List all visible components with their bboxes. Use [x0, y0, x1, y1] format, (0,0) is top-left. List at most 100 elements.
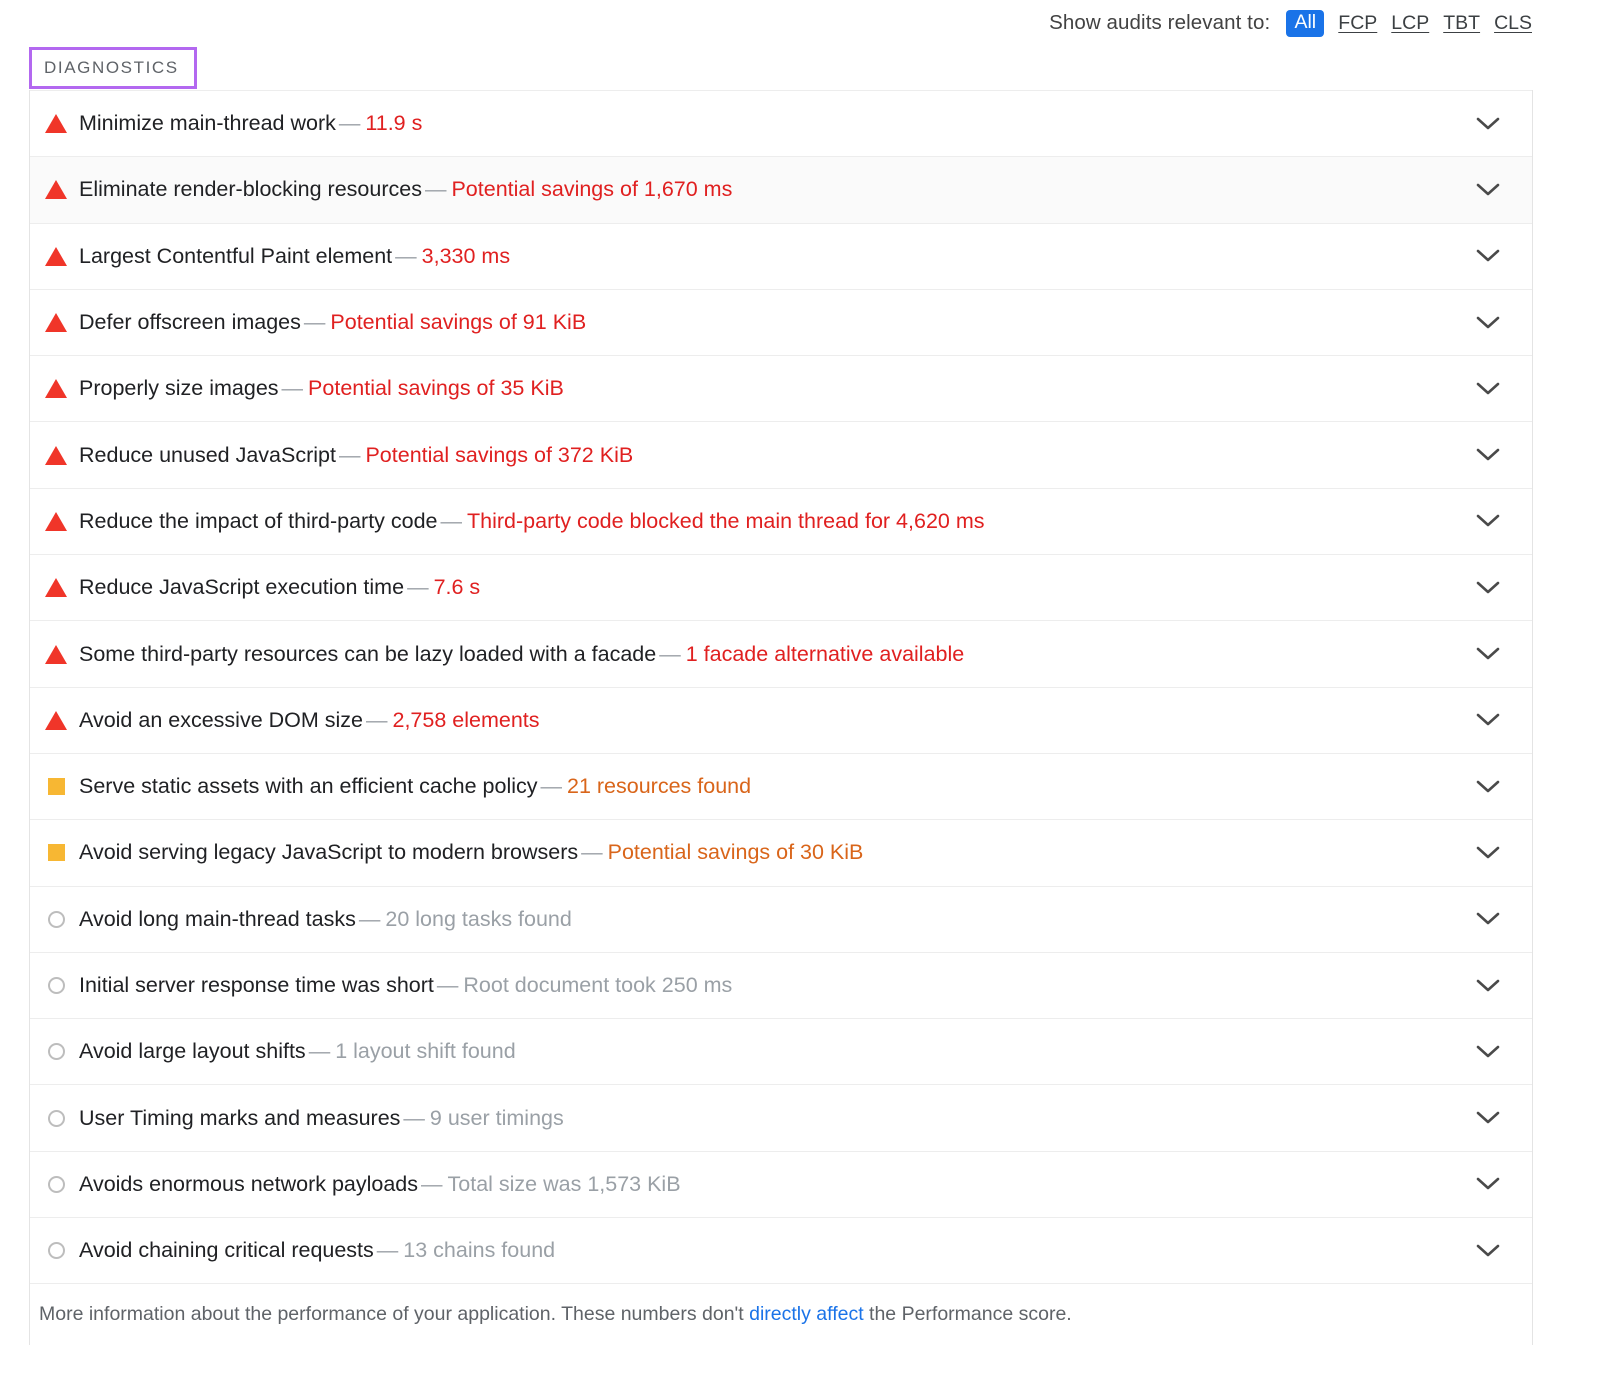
chevron-down-icon[interactable] — [1466, 183, 1510, 197]
audit-value: 20 long tasks found — [383, 907, 571, 931]
audit-row[interactable]: Minimize main-thread work—11.9 s — [30, 90, 1532, 156]
filter-option-lcp[interactable]: LCP — [1391, 12, 1429, 35]
audit-text: Properly size images—Potential savings o… — [79, 376, 1466, 401]
chevron-down-icon[interactable] — [1466, 780, 1510, 794]
directly-affect-link[interactable]: directly affect — [749, 1303, 864, 1325]
audit-row[interactable]: Reduce the impact of third-party code—Th… — [30, 488, 1532, 554]
audit-row[interactable]: Largest Contentful Paint element—3,330 m… — [30, 223, 1532, 289]
audit-row[interactable]: Avoids enormous network payloads—Total s… — [30, 1151, 1532, 1217]
chevron-down-icon[interactable] — [1466, 1045, 1510, 1059]
audit-text: Serve static assets with an efficient ca… — [79, 774, 1466, 799]
circle-info-icon-shape — [48, 977, 65, 994]
audit-value: 7.6 s — [432, 575, 481, 599]
audit-separator: — — [400, 1106, 428, 1130]
chevron-down-icon[interactable] — [1466, 249, 1510, 263]
audit-text: Reduce unused JavaScript—Potential savin… — [79, 443, 1466, 468]
square-average-icon-shape — [48, 844, 65, 861]
audit-separator: — — [434, 973, 462, 997]
audit-text: Initial server response time was short—R… — [79, 973, 1466, 998]
audit-title: Avoid an excessive DOM size — [79, 708, 363, 732]
audit-text: Some third-party resources can be lazy l… — [79, 642, 1466, 667]
audit-text: Defer offscreen images—Potential savings… — [79, 310, 1466, 335]
audit-row[interactable]: User Timing marks and measures—9 user ti… — [30, 1084, 1532, 1150]
chevron-down-icon[interactable] — [1466, 514, 1510, 528]
triangle-warning-icon-shape — [45, 379, 67, 398]
circle-info-icon — [39, 1176, 73, 1193]
chevron-down-icon[interactable] — [1466, 1111, 1510, 1125]
footer-text-after: the Performance score. — [864, 1303, 1072, 1325]
audit-value: Potential savings of 30 KiB — [606, 840, 864, 864]
circle-info-icon-shape — [48, 1176, 65, 1193]
chevron-down-icon[interactable] — [1466, 1244, 1510, 1258]
audit-text: Avoid serving legacy JavaScript to moder… — [79, 840, 1466, 865]
chevron-down-icon[interactable] — [1466, 581, 1510, 595]
audit-title: Properly size images — [79, 376, 279, 400]
audit-text: Avoid large layout shifts—1 layout shift… — [79, 1039, 1466, 1064]
audit-title: Defer offscreen images — [79, 310, 301, 334]
audit-row[interactable]: Reduce unused JavaScript—Potential savin… — [30, 421, 1532, 487]
audit-text: User Timing marks and measures—9 user ti… — [79, 1106, 1466, 1131]
audit-row[interactable]: Reduce JavaScript execution time—7.6 s — [30, 554, 1532, 620]
audit-text: Reduce the impact of third-party code—Th… — [79, 509, 1466, 534]
audit-title: Minimize main-thread work — [79, 111, 336, 135]
chevron-down-icon[interactable] — [1466, 912, 1510, 926]
chevron-down-icon[interactable] — [1466, 647, 1510, 661]
audit-row[interactable]: Eliminate render-blocking resources—Pote… — [30, 156, 1532, 222]
audit-separator: — — [301, 310, 329, 334]
audit-text: Reduce JavaScript execution time—7.6 s — [79, 575, 1466, 600]
filter-option-all[interactable]: All — [1286, 10, 1324, 37]
audit-value: Potential savings of 372 KiB — [363, 443, 633, 467]
audit-value: Total size was 1,573 KiB — [446, 1172, 681, 1196]
audit-row[interactable]: Avoid chaining critical requests—13 chai… — [30, 1217, 1532, 1283]
audit-separator: — — [392, 244, 420, 268]
audit-row[interactable]: Avoid an excessive DOM size—2,758 elemen… — [30, 687, 1532, 753]
triangle-warning-icon — [39, 645, 73, 664]
audit-title: Avoid serving legacy JavaScript to moder… — [79, 840, 578, 864]
chevron-down-icon[interactable] — [1466, 448, 1510, 462]
audit-title: User Timing marks and measures — [79, 1106, 400, 1130]
filter-option-cls[interactable]: CLS — [1494, 12, 1532, 35]
audit-title: Serve static assets with an efficient ca… — [79, 774, 538, 798]
audit-list: Minimize main-thread work—11.9 s Eliminat… — [30, 90, 1532, 1283]
audit-value: Potential savings of 91 KiB — [328, 310, 586, 334]
audit-row[interactable]: Properly size images—Potential savings o… — [30, 355, 1532, 421]
audit-separator: — — [656, 642, 684, 666]
chevron-down-icon[interactable] — [1466, 979, 1510, 993]
chevron-down-icon[interactable] — [1466, 1177, 1510, 1191]
audit-row[interactable]: Serve static assets with an efficient ca… — [30, 753, 1532, 819]
audit-value: 1 facade alternative available — [684, 642, 965, 666]
audit-value: Third-party code blocked the main thread… — [465, 509, 984, 533]
triangle-warning-icon-shape — [45, 180, 67, 199]
audit-text: Avoid an excessive DOM size—2,758 elemen… — [79, 708, 1466, 733]
audit-row[interactable]: Initial server response time was short—R… — [30, 952, 1532, 1018]
filter-option-fcp[interactable]: FCP — [1338, 12, 1377, 35]
audit-row[interactable]: Some third-party resources can be lazy l… — [30, 620, 1532, 686]
audit-text: Minimize main-thread work—11.9 s — [79, 111, 1466, 136]
audit-value: 3,330 ms — [420, 244, 510, 268]
audit-text: Avoid long main-thread tasks—20 long tas… — [79, 907, 1466, 932]
triangle-warning-icon — [39, 247, 73, 266]
audit-row[interactable]: Avoid serving legacy JavaScript to moder… — [30, 819, 1532, 885]
circle-info-icon-shape — [48, 1110, 65, 1127]
square-average-icon-shape — [48, 778, 65, 795]
circle-info-icon — [39, 911, 73, 928]
audit-separator: — — [336, 443, 364, 467]
audit-separator: — — [418, 1172, 446, 1196]
audit-row[interactable]: Avoid long main-thread tasks—20 long tas… — [30, 886, 1532, 952]
filter-bar-label: Show audits relevant to: — [1049, 11, 1270, 35]
chevron-down-icon[interactable] — [1466, 846, 1510, 860]
chevron-down-icon[interactable] — [1466, 117, 1510, 131]
triangle-warning-icon-shape — [45, 114, 67, 133]
audit-title: Avoids enormous network payloads — [79, 1172, 418, 1196]
circle-info-icon-shape — [48, 1043, 65, 1060]
filter-options-group: All FCP LCP TBT CLS — [1286, 10, 1532, 37]
audit-row[interactable]: Avoid large layout shifts—1 layout shift… — [30, 1018, 1532, 1084]
audit-row[interactable]: Defer offscreen images—Potential savings… — [30, 289, 1532, 355]
audit-separator: — — [279, 376, 307, 400]
audit-title: Avoid large layout shifts — [79, 1039, 306, 1063]
chevron-down-icon[interactable] — [1466, 713, 1510, 727]
chevron-down-icon[interactable] — [1466, 316, 1510, 330]
footer-text-before: More information about the performance o… — [39, 1303, 749, 1325]
filter-option-tbt[interactable]: TBT — [1443, 12, 1480, 35]
chevron-down-icon[interactable] — [1466, 382, 1510, 396]
